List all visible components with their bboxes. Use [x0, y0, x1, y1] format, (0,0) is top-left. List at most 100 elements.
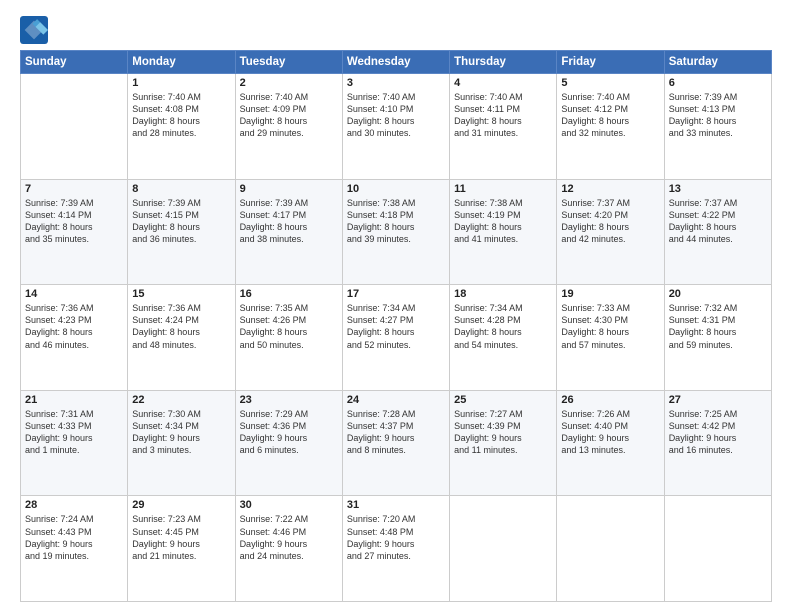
calendar-cell: 19 Sunrise: 7:33 AM Sunset: 4:30 PM Dayli…: [557, 285, 664, 391]
day-number: 26: [561, 394, 659, 406]
calendar-cell: 31 Sunrise: 7:20 AM Sunset: 4:48 PM Dayli…: [342, 496, 449, 602]
day-number: 15: [132, 288, 230, 300]
day-number: 19: [561, 288, 659, 300]
day-info: Sunrise: 7:25 AM Sunset: 4:42 PM Dayligh…: [669, 408, 767, 457]
day-number: 23: [240, 394, 338, 406]
day-number: 12: [561, 183, 659, 195]
day-number: 5: [561, 77, 659, 89]
day-info: Sunrise: 7:40 AM Sunset: 4:08 PM Dayligh…: [132, 91, 230, 140]
calendar-cell: 30Sunrise: 7:22 AM Sunset: 4:46 PM Dayli…: [235, 496, 342, 602]
day-number: 18: [454, 288, 552, 300]
day-number: 24: [347, 394, 445, 406]
day-number: 29: [132, 499, 230, 511]
day-info: Sunrise: 7:38 AM Sunset: 4:18 PM Dayligh…: [347, 197, 445, 246]
calendar-cell: 3 Sunrise: 7:40 AM Sunset: 4:10 PM Daylig…: [342, 74, 449, 180]
calendar-week-row: 1 Sunrise: 7:40 AM Sunset: 4:08 PM Daylig…: [21, 74, 772, 180]
calendar-cell: 18 Sunrise: 7:34 AM Sunset: 4:28 PM Dayli…: [450, 285, 557, 391]
day-info: Sunrise: 7:34 AM Sunset: 4:28 PM Dayligh…: [454, 302, 552, 351]
day-header-friday: Friday: [557, 51, 664, 74]
calendar-cell: 27 Sunrise: 7:25 AM Sunset: 4:42 PM Dayli…: [664, 390, 771, 496]
day-number: 8: [132, 183, 230, 195]
day-number: 1: [132, 77, 230, 89]
calendar-cell: 22 Sunrise: 7:30 AM Sunset: 4:34 PM Dayli…: [128, 390, 235, 496]
day-number: 28: [25, 499, 123, 511]
day-info: Sunrise: 7:37 AM Sunset: 4:20 PM Dayligh…: [561, 197, 659, 246]
day-header-sunday: Sunday: [21, 51, 128, 74]
calendar-week-row: 21Sunrise: 7:31 AM Sunset: 4:33 PM Dayli…: [21, 390, 772, 496]
calendar-cell: 14Sunrise: 7:36 AM Sunset: 4:23 PM Dayli…: [21, 285, 128, 391]
day-info: Sunrise: 7:27 AM Sunset: 4:39 PM Dayligh…: [454, 408, 552, 457]
calendar-table: SundayMondayTuesdayWednesdayThursdayFrid…: [20, 50, 772, 602]
day-info: Sunrise: 7:29 AM Sunset: 4:36 PM Dayligh…: [240, 408, 338, 457]
calendar-cell: [450, 496, 557, 602]
calendar-cell: 4 Sunrise: 7:40 AM Sunset: 4:11 PM Daylig…: [450, 74, 557, 180]
calendar-cell: 28 Sunrise: 7:24 AM Sunset: 4:43 PM Dayli…: [21, 496, 128, 602]
calendar-cell: 29 Sunrise: 7:23 AM Sunset: 4:45 PM Dayli…: [128, 496, 235, 602]
day-number: 6: [669, 77, 767, 89]
day-header-thursday: Thursday: [450, 51, 557, 74]
day-info: Sunrise: 7:39 AM Sunset: 4:17 PM Dayligh…: [240, 197, 338, 246]
calendar-cell: 9 Sunrise: 7:39 AM Sunset: 4:17 PM Daylig…: [235, 179, 342, 285]
calendar-header-row: SundayMondayTuesdayWednesdayThursdayFrid…: [21, 51, 772, 74]
calendar-cell: 12 Sunrise: 7:37 AM Sunset: 4:20 PM Dayli…: [557, 179, 664, 285]
day-number: 14: [25, 288, 123, 300]
day-number: 30: [240, 499, 338, 511]
logo-icon: [20, 16, 48, 44]
day-info: Sunrise: 7:34 AM Sunset: 4:27 PM Dayligh…: [347, 302, 445, 351]
calendar-cell: 15 Sunrise: 7:36 AM Sunset: 4:24 PM Dayli…: [128, 285, 235, 391]
day-info: Sunrise: 7:30 AM Sunset: 4:34 PM Dayligh…: [132, 408, 230, 457]
logo: [20, 16, 52, 44]
calendar-cell: 5 Sunrise: 7:40 AM Sunset: 4:12 PM Daylig…: [557, 74, 664, 180]
day-number: 16: [240, 288, 338, 300]
day-info: Sunrise: 7:36 AM Sunset: 4:24 PM Dayligh…: [132, 302, 230, 351]
day-info: Sunrise: 7:38 AM Sunset: 4:19 PM Dayligh…: [454, 197, 552, 246]
day-number: 4: [454, 77, 552, 89]
day-info: Sunrise: 7:40 AM Sunset: 4:10 PM Dayligh…: [347, 91, 445, 140]
day-info: Sunrise: 7:23 AM Sunset: 4:45 PM Dayligh…: [132, 513, 230, 562]
calendar-cell: 8 Sunrise: 7:39 AM Sunset: 4:15 PM Daylig…: [128, 179, 235, 285]
day-info: Sunrise: 7:40 AM Sunset: 4:12 PM Dayligh…: [561, 91, 659, 140]
calendar-cell: [21, 74, 128, 180]
page: SundayMondayTuesdayWednesdayThursdayFrid…: [0, 0, 792, 612]
day-number: 2: [240, 77, 338, 89]
day-number: 3: [347, 77, 445, 89]
day-number: 13: [669, 183, 767, 195]
calendar-cell: 20Sunrise: 7:32 AM Sunset: 4:31 PM Dayli…: [664, 285, 771, 391]
day-info: Sunrise: 7:35 AM Sunset: 4:26 PM Dayligh…: [240, 302, 338, 351]
day-info: Sunrise: 7:20 AM Sunset: 4:48 PM Dayligh…: [347, 513, 445, 562]
day-info: Sunrise: 7:33 AM Sunset: 4:30 PM Dayligh…: [561, 302, 659, 351]
calendar-cell: 17 Sunrise: 7:34 AM Sunset: 4:27 PM Dayli…: [342, 285, 449, 391]
calendar-cell: 21Sunrise: 7:31 AM Sunset: 4:33 PM Dayli…: [21, 390, 128, 496]
day-info: Sunrise: 7:26 AM Sunset: 4:40 PM Dayligh…: [561, 408, 659, 457]
calendar-cell: 16 Sunrise: 7:35 AM Sunset: 4:26 PM Dayli…: [235, 285, 342, 391]
day-info: Sunrise: 7:39 AM Sunset: 4:14 PM Dayligh…: [25, 197, 123, 246]
day-header-saturday: Saturday: [664, 51, 771, 74]
calendar-cell: 2 Sunrise: 7:40 AM Sunset: 4:09 PM Daylig…: [235, 74, 342, 180]
day-info: Sunrise: 7:37 AM Sunset: 4:22 PM Dayligh…: [669, 197, 767, 246]
calendar-cell: 26 Sunrise: 7:26 AM Sunset: 4:40 PM Dayli…: [557, 390, 664, 496]
calendar-cell: 7Sunrise: 7:39 AM Sunset: 4:14 PM Daylig…: [21, 179, 128, 285]
calendar-cell: 13 Sunrise: 7:37 AM Sunset: 4:22 PM Dayli…: [664, 179, 771, 285]
day-number: 20: [669, 288, 767, 300]
day-info: Sunrise: 7:39 AM Sunset: 4:15 PM Dayligh…: [132, 197, 230, 246]
day-number: 9: [240, 183, 338, 195]
calendar-cell: 25 Sunrise: 7:27 AM Sunset: 4:39 PM Dayli…: [450, 390, 557, 496]
calendar-week-row: 7Sunrise: 7:39 AM Sunset: 4:14 PM Daylig…: [21, 179, 772, 285]
day-info: Sunrise: 7:40 AM Sunset: 4:09 PM Dayligh…: [240, 91, 338, 140]
day-number: 17: [347, 288, 445, 300]
day-info: Sunrise: 7:28 AM Sunset: 4:37 PM Dayligh…: [347, 408, 445, 457]
day-number: 25: [454, 394, 552, 406]
header: [20, 16, 772, 44]
day-number: 27: [669, 394, 767, 406]
day-info: Sunrise: 7:40 AM Sunset: 4:11 PM Dayligh…: [454, 91, 552, 140]
calendar-cell: 1 Sunrise: 7:40 AM Sunset: 4:08 PM Daylig…: [128, 74, 235, 180]
day-number: 21: [25, 394, 123, 406]
day-number: 11: [454, 183, 552, 195]
calendar-cell: [557, 496, 664, 602]
day-number: 22: [132, 394, 230, 406]
day-number: 31: [347, 499, 445, 511]
calendar-week-row: 14Sunrise: 7:36 AM Sunset: 4:23 PM Dayli…: [21, 285, 772, 391]
calendar-cell: 23 Sunrise: 7:29 AM Sunset: 4:36 PM Dayli…: [235, 390, 342, 496]
day-header-tuesday: Tuesday: [235, 51, 342, 74]
day-info: Sunrise: 7:24 AM Sunset: 4:43 PM Dayligh…: [25, 513, 123, 562]
